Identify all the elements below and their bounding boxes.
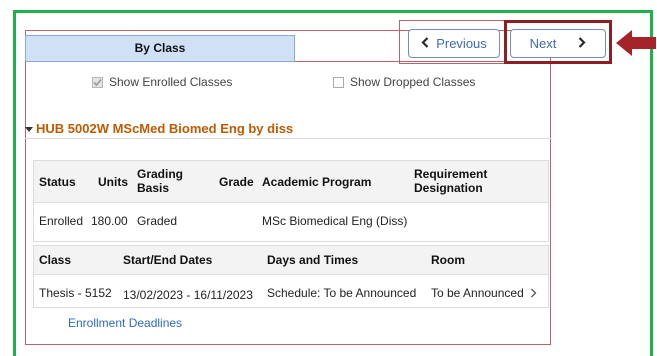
course-title: HUB 5002W MScMed Biomed Eng by diss <box>36 121 294 136</box>
enrollment-summary-table: Status Units Grading Basis Grade Academi… <box>33 160 549 242</box>
col-grading-line2: Basis <box>137 181 170 195</box>
cell-status: Enrolled <box>39 214 84 228</box>
class-schedule-table: Class Start/End Dates Days and Times Roo… <box>33 245 549 308</box>
next-button[interactable]: Next <box>510 29 606 58</box>
col-requirement-line1: Requirement <box>414 167 488 181</box>
col-grade: Grade <box>219 175 254 189</box>
cell-units: 180.00 <box>91 214 128 228</box>
dropped-checkbox[interactable] <box>333 76 344 88</box>
class-header-row: Class Start/End Dates Days and Times Roo… <box>34 246 548 274</box>
chevron-right-icon <box>578 36 586 51</box>
cell-dates: 13/02/2023 - 16/11/2023 <box>123 288 253 302</box>
course-section-header[interactable]: HUB 5002W MScMed Biomed Eng by diss <box>25 121 293 136</box>
col-room: Room <box>431 253 465 267</box>
col-days-times: Days and Times <box>267 253 359 267</box>
cell-grading: Graded <box>137 214 178 228</box>
enrollment-deadlines-link[interactable]: Enrollment Deadlines <box>68 316 182 330</box>
dropped-checkbox-label: Show Dropped Classes <box>350 75 476 89</box>
class-row[interactable]: Thesis - 5152 13/02/2023 - 16/11/2023 Sc… <box>34 275 548 308</box>
cell-class: Thesis - 5152 <box>39 286 112 300</box>
show-dropped-toggle[interactable]: Show Dropped Classes <box>333 75 475 89</box>
cell-room: To be Announced <box>431 286 524 300</box>
next-label: Next <box>529 36 557 51</box>
col-requirement-line2: Designation <box>414 181 483 195</box>
show-enrolled-toggle[interactable]: Show Enrolled Classes <box>92 75 232 89</box>
col-academic-program: Academic Program <box>262 175 372 189</box>
col-start-end-dates: Start/End Dates <box>123 253 213 267</box>
chevron-left-icon <box>421 36 429 51</box>
col-status: Status <box>39 175 76 189</box>
row-divider <box>34 202 548 203</box>
tab-by-class[interactable]: By Class <box>25 35 295 62</box>
previous-label: Previous <box>436 36 487 51</box>
col-units: Units <box>98 175 128 189</box>
cell-program: MSc Biomedical Eng (Diss) <box>262 214 408 228</box>
previous-button[interactable]: Previous <box>408 29 500 58</box>
enrolled-checkbox[interactable] <box>92 76 103 88</box>
col-class: Class <box>39 253 72 267</box>
col-grading-line1: Grading <box>137 167 184 181</box>
chevron-right-icon[interactable] <box>530 287 537 301</box>
annotation-arrow-icon <box>616 28 656 58</box>
cell-days-times: Schedule: To be Announced <box>267 286 417 300</box>
collapse-triangle-icon <box>25 126 33 132</box>
section-divider <box>25 138 551 139</box>
enrolled-checkbox-label: Show Enrolled Classes <box>109 75 233 89</box>
summary-header-row: Status Units Grading Basis Grade Academi… <box>34 161 548 202</box>
